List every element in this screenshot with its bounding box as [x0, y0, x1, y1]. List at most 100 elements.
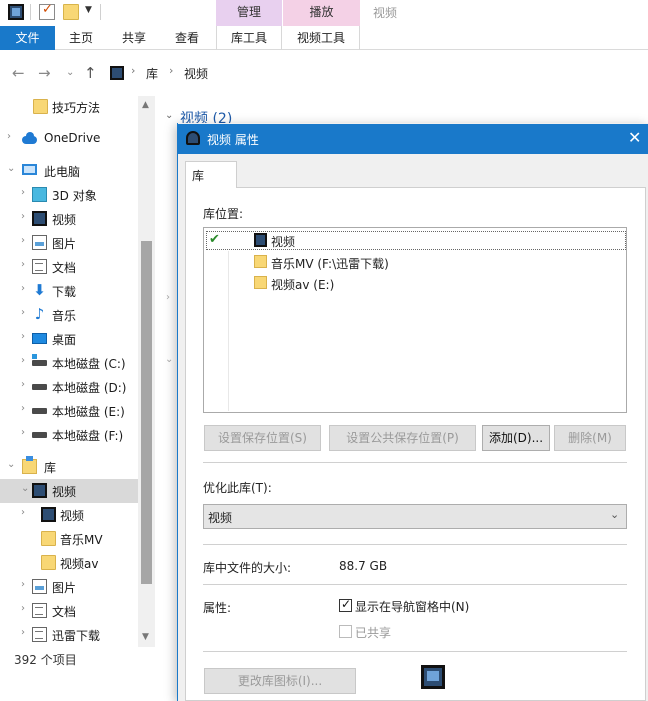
nav-item-3d-objects[interactable]: › 3D 对象 — [0, 183, 138, 207]
expand-chevron-icon[interactable]: › — [21, 235, 25, 246]
remove-location-button[interactable]: 删除(M) — [554, 425, 626, 451]
nav-item-label: OneDrive — [44, 131, 101, 145]
expand-chevron-icon[interactable]: › — [21, 331, 25, 342]
expand-chevron-icon[interactable]: › — [21, 627, 25, 638]
drive-icon — [32, 432, 47, 438]
folder-icon — [254, 276, 267, 289]
collapse-chevron-icon[interactable]: ⌄ — [7, 459, 15, 470]
expand-chevron-icon[interactable]: › — [21, 259, 25, 270]
computer-icon — [22, 164, 37, 175]
list-item[interactable]: 视频av (E:) — [271, 276, 334, 293]
nav-item-tips-folder[interactable]: 技巧方法 — [0, 95, 138, 119]
system-drive-icon — [32, 354, 47, 366]
nav-item-pictures[interactable]: › 图片 — [0, 231, 138, 255]
optimize-library-label: 优化此库(T): — [203, 481, 272, 495]
back-arrow-icon[interactable]: ← — [12, 64, 25, 82]
expand-chevron-icon[interactable]: › — [21, 283, 25, 294]
list-item-selected-focus[interactable] — [206, 231, 626, 250]
expand-chevron-icon[interactable]: › — [21, 379, 25, 390]
expand-chevron-icon[interactable]: › — [21, 355, 25, 366]
address-separator-icon[interactable]: › — [131, 64, 135, 77]
customize-quick-access-arrow-icon[interactable]: ▼ — [85, 5, 92, 15]
expand-chevron-icon[interactable]: › — [21, 307, 25, 318]
scroll-up-arrow-icon[interactable]: ▲ — [142, 100, 149, 110]
show-in-nav-label[interactable]: 显示在导航窗格中(N) — [355, 598, 469, 615]
nav-item-drive-c[interactable]: › 本地磁盘 (C:) — [0, 351, 138, 375]
nav-item-videos[interactable]: › 视频 — [0, 207, 138, 231]
expand-chevron-icon[interactable]: › — [7, 131, 11, 142]
picture-icon — [32, 579, 47, 594]
desktop-icon — [32, 333, 47, 344]
tab-file[interactable]: 文件 — [0, 26, 55, 50]
nav-item-libraries[interactable]: ⌄ 库 — [0, 455, 138, 479]
set-public-save-location-button[interactable]: 设置公共保存位置(P) — [329, 425, 476, 451]
nav-item-drive-e[interactable]: › 本地磁盘 (E:) — [0, 399, 138, 423]
address-separator-icon[interactable]: › — [169, 64, 173, 77]
library-properties-icon — [186, 131, 200, 145]
nav-item-desktop[interactable]: › 桌面 — [0, 327, 138, 351]
up-arrow-icon[interactable]: ↑ — [84, 64, 97, 82]
forward-arrow-icon[interactable]: → — [38, 64, 51, 82]
nav-item-videos-folder[interactable]: › 视频 — [0, 503, 138, 527]
nav-item-downloads[interactable]: › ⬇ 下载 — [0, 279, 138, 303]
properties-check-icon[interactable] — [39, 2, 55, 20]
chevron-down-icon[interactable]: ⌄ — [610, 508, 619, 521]
optimize-library-select[interactable] — [203, 504, 627, 529]
add-location-button[interactable]: 添加(D)... — [482, 425, 550, 451]
library-locations-label: 库位置: — [203, 207, 244, 221]
nav-item-xunlei-downloads[interactable]: › 迅雷下载 — [0, 623, 138, 647]
nav-item-music[interactable]: › ♪ 音乐 — [0, 303, 138, 327]
expand-chevron-icon[interactable]: › — [21, 427, 25, 438]
list-item[interactable]: 音乐MV (F:\迅雷下载) — [271, 255, 389, 272]
nav-item-label: 音乐MV — [60, 533, 103, 547]
nav-item-label: 视频 — [52, 485, 77, 499]
nav-item-onedrive[interactable]: › OneDrive — [0, 127, 138, 151]
nav-scrollbar-thumb[interactable] — [141, 241, 152, 584]
collapse-chevron-icon[interactable]: ⌄ — [7, 163, 15, 174]
nav-item-music-mv[interactable]: 音乐MV — [0, 527, 138, 551]
list-item[interactable]: 视频 — [271, 233, 295, 250]
nav-item-documents-library[interactable]: › 文档 — [0, 599, 138, 623]
shared-checkbox[interactable] — [339, 625, 352, 638]
breadcrumb-videos[interactable]: 视频 — [184, 65, 208, 82]
expand-chevron-icon[interactable]: › — [166, 292, 170, 303]
tab-video-tools[interactable]: 视频工具 — [283, 26, 360, 50]
status-item-count: 392 个项目 — [14, 653, 77, 667]
drive-icon — [32, 408, 47, 414]
set-save-location-button[interactable]: 设置保存位置(S) — [204, 425, 321, 451]
collapse-chevron-icon[interactable]: ⌄ — [21, 483, 29, 494]
tab-home[interactable]: 主页 — [66, 26, 96, 50]
show-in-nav-checkbox[interactable] — [339, 597, 352, 612]
nav-item-label: 本地磁盘 (E:) — [52, 405, 125, 419]
nav-item-pictures-library[interactable]: › 图片 — [0, 575, 138, 599]
expand-chevron-icon[interactable]: › — [21, 403, 25, 414]
folder-icon — [41, 531, 56, 546]
expand-chevron-icon[interactable]: › — [21, 579, 25, 590]
tab-share[interactable]: 共享 — [119, 26, 149, 50]
expand-chevron-icon[interactable]: › — [21, 603, 25, 614]
new-folder-icon[interactable] — [63, 4, 79, 20]
tab-library-tools[interactable]: 库工具 — [216, 26, 282, 50]
nav-item-label: 技巧方法 — [52, 101, 101, 115]
nav-item-drive-d[interactable]: › 本地磁盘 (D:) — [0, 375, 138, 399]
nav-item-documents[interactable]: › 文档 — [0, 255, 138, 279]
nav-item-drive-f[interactable]: › 本地磁盘 (F:) — [0, 423, 138, 447]
scroll-down-arrow-icon[interactable]: ▼ — [142, 632, 149, 642]
nav-item-videos-library[interactable]: ⌄ 视频 — [0, 479, 138, 503]
attributes-label: 属性: — [203, 601, 232, 615]
expand-chevron-icon[interactable]: › — [21, 507, 25, 518]
nav-item-label: 此电脑 — [44, 165, 81, 179]
expand-chevron-icon[interactable]: › — [21, 187, 25, 198]
breadcrumb-library[interactable]: 库 — [146, 65, 158, 82]
nav-item-label: 音乐 — [52, 309, 77, 323]
recent-locations-chevron-icon[interactable]: ⌄ — [66, 67, 74, 78]
collapse-chevron-icon[interactable]: ⌄ — [165, 354, 173, 365]
change-library-icon-button[interactable]: 更改库图标(I)... — [204, 668, 356, 694]
group-collapse-chevron-icon[interactable]: ⌄ — [165, 110, 173, 121]
nav-item-this-pc[interactable]: ⌄ 此电脑 — [0, 159, 138, 183]
close-icon[interactable]: ✕ — [628, 128, 641, 147]
nav-item-video-av[interactable]: 视频av — [0, 551, 138, 575]
tab-view[interactable]: 查看 — [172, 26, 202, 50]
optimize-library-value: 视频 — [208, 511, 233, 525]
expand-chevron-icon[interactable]: › — [21, 211, 25, 222]
